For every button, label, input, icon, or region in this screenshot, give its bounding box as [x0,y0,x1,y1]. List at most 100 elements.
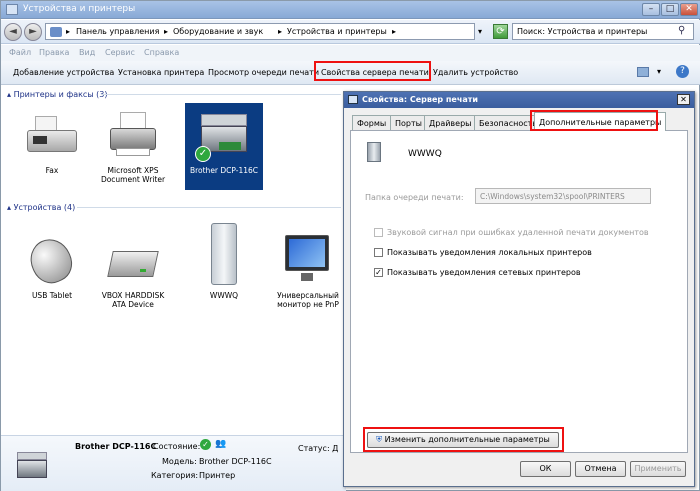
search-icon[interactable]: ⚲ [678,25,685,36]
device-label: USB Tablet [31,291,73,300]
devices-group-header[interactable]: ▴ Устройства (4) [7,203,75,212]
xps-printer-icon [106,108,160,162]
device-generic-monitor[interactable]: Универсальный монитор не PnP [273,233,343,309]
address-field[interactable]: ▸ Панель управления ▸ Оборудование и зву… [45,23,475,40]
command-toolbar: Добавление устройства Установка принтера… [1,61,700,85]
device-label: Brother DCP-116C [189,166,259,175]
device-label: VBOX HARDDISK ATA Device [101,291,165,309]
minimize-button[interactable]: – [642,3,660,16]
group-divider [101,94,341,95]
dialog-close-button[interactable]: ✕ [677,94,690,105]
help-icon[interactable]: ? [676,65,689,78]
refresh-button[interactable]: ⟳ [493,24,508,39]
network-notifications-checkbox[interactable]: ✓ [374,268,383,277]
printer-brother-dcp116c[interactable]: ✓ Brother DCP-116C [189,108,259,175]
ready-check-icon: ✓ [200,439,211,450]
breadcrumb-separator: ▸ [278,27,283,36]
window-title: Устройства и принтеры [23,4,136,14]
device-label: WWWQ [209,291,239,300]
spool-folder-value: C:\Windows\system32\spool\PRINTERS [480,192,625,201]
computer-tower-icon [197,223,251,287]
details-status-label: Статус: Д [298,444,339,453]
remote-error-beep-label: Звуковой сигнал при ошибках удаленной пе… [387,228,649,237]
breadcrumb-separator: ▸ [164,27,169,36]
group-divider [77,207,341,208]
forward-button[interactable]: ► [24,23,42,41]
remove-device-button[interactable]: Удалить устройство [433,68,518,77]
multifunction-printer-icon: ✓ [195,108,251,162]
search-input[interactable]: Поиск: Устройства и принтеры ⚲ [512,23,694,40]
menu-view[interactable]: Вид [79,48,95,57]
details-model-label: Модель: [162,457,197,466]
network-notifications-label: Показывать уведомления сетевых принтеров [387,268,581,277]
view-dropdown-icon[interactable]: ▾ [657,67,661,76]
breadcrumb-devices-printers[interactable]: Устройства и принтеры [287,27,387,36]
window-titlebar: Устройства и принтеры – □ ✕ [1,1,700,19]
address-dropdown-icon[interactable]: ▾ [478,24,488,39]
app-icon [6,4,18,15]
breadcrumb-hardware-sound[interactable]: Оборудование и звук [173,27,263,36]
menu-tools[interactable]: Сервис [105,48,135,57]
details-pane: Brother DCP-116C Состояние: ✓ 👥 Модель: … [1,435,346,491]
cancel-button[interactable]: Отмена [575,461,626,477]
dialog-icon [348,95,358,104]
device-wwwq[interactable]: WWWQ [189,223,259,300]
dialog-title: Свойства: Сервер печати [362,95,478,104]
tab-drivers[interactable]: Драйверы [424,115,477,131]
details-state-label: Состояние: [153,442,201,451]
server-icon [367,142,381,162]
advanced-tab-panel: WWWQ Папка очереди печати: C:\Windows\sy… [350,130,688,453]
control-panel-icon [50,27,62,37]
breadcrumb-control-panel[interactable]: Панель управления [76,27,159,36]
fax-icon [25,108,79,162]
printers-group-header[interactable]: ▴ Принтеры и факсы (3) [7,90,108,99]
device-vbox-harddisk[interactable]: VBOX HARDDISK ATA Device [98,233,168,309]
details-device-name: Brother DCP-116C [75,442,157,451]
details-category-label: Категория: [151,471,199,480]
users-icon: 👥 [215,439,227,449]
maximize-button[interactable]: □ [661,3,679,16]
dialog-titlebar: Свойства: Сервер печати ✕ [344,92,694,108]
device-label: Fax [45,166,59,175]
add-device-button[interactable]: Добавление устройства [13,68,114,77]
details-category-value: Принтер [199,471,236,480]
menu-bar: Файл Правка Вид Сервис Справка [1,45,700,61]
apply-button[interactable]: Применить [630,461,686,477]
hard-disk-icon [106,233,160,287]
mouse-icon [23,232,79,290]
ok-button[interactable]: ОК [520,461,571,477]
menu-file[interactable]: Файл [9,48,31,57]
menu-edit[interactable]: Правка [39,48,69,57]
printer-fax[interactable]: Fax [17,108,87,175]
highlight-box [530,110,658,131]
menu-help[interactable]: Справка [144,48,179,57]
spool-folder-field[interactable]: C:\Windows\system32\spool\PRINTERS [475,188,651,204]
highlight-box [363,427,564,452]
back-button[interactable]: ◄ [4,23,22,41]
default-printer-check-icon: ✓ [195,146,211,162]
highlight-box [314,61,431,81]
details-model-value: Brother DCP-116C [199,457,272,466]
device-usb-tablet[interactable]: USB Tablet [17,232,87,300]
local-notifications-checkbox[interactable] [374,248,383,257]
remote-error-beep-checkbox[interactable] [374,228,383,237]
close-button[interactable]: ✕ [680,3,698,16]
printer-xps-writer[interactable]: Microsoft XPS Document Writer [98,108,168,184]
devices-group-label: Устройства (4) [13,203,76,212]
server-name: WWWQ [408,149,442,159]
print-queue-button[interactable]: Просмотр очереди печати [208,68,319,77]
tab-forms[interactable]: Формы [352,115,392,131]
print-server-properties-dialog: Свойства: Сервер печати ✕ Формы Порты Др… [343,91,695,487]
tab-ports[interactable]: Порты [390,115,427,131]
printer-thumbnail-icon [15,448,49,482]
local-notifications-label: Показывать уведомления локальных принтер… [387,248,592,257]
add-printer-button[interactable]: Установка принтера [118,68,204,77]
printers-group-label: Принтеры и факсы (3) [13,90,108,99]
address-bar-row: ◄ ► ▸ Панель управления ▸ Оборудование и… [1,20,700,44]
breadcrumb-separator: ▸ [66,27,71,36]
spool-folder-label: Папка очереди печати: [365,193,464,202]
view-options-icon[interactable] [637,67,649,77]
monitor-icon [281,233,335,287]
breadcrumb-separator: ▸ [392,27,397,36]
device-label: Универсальный монитор не PnP [277,291,339,309]
